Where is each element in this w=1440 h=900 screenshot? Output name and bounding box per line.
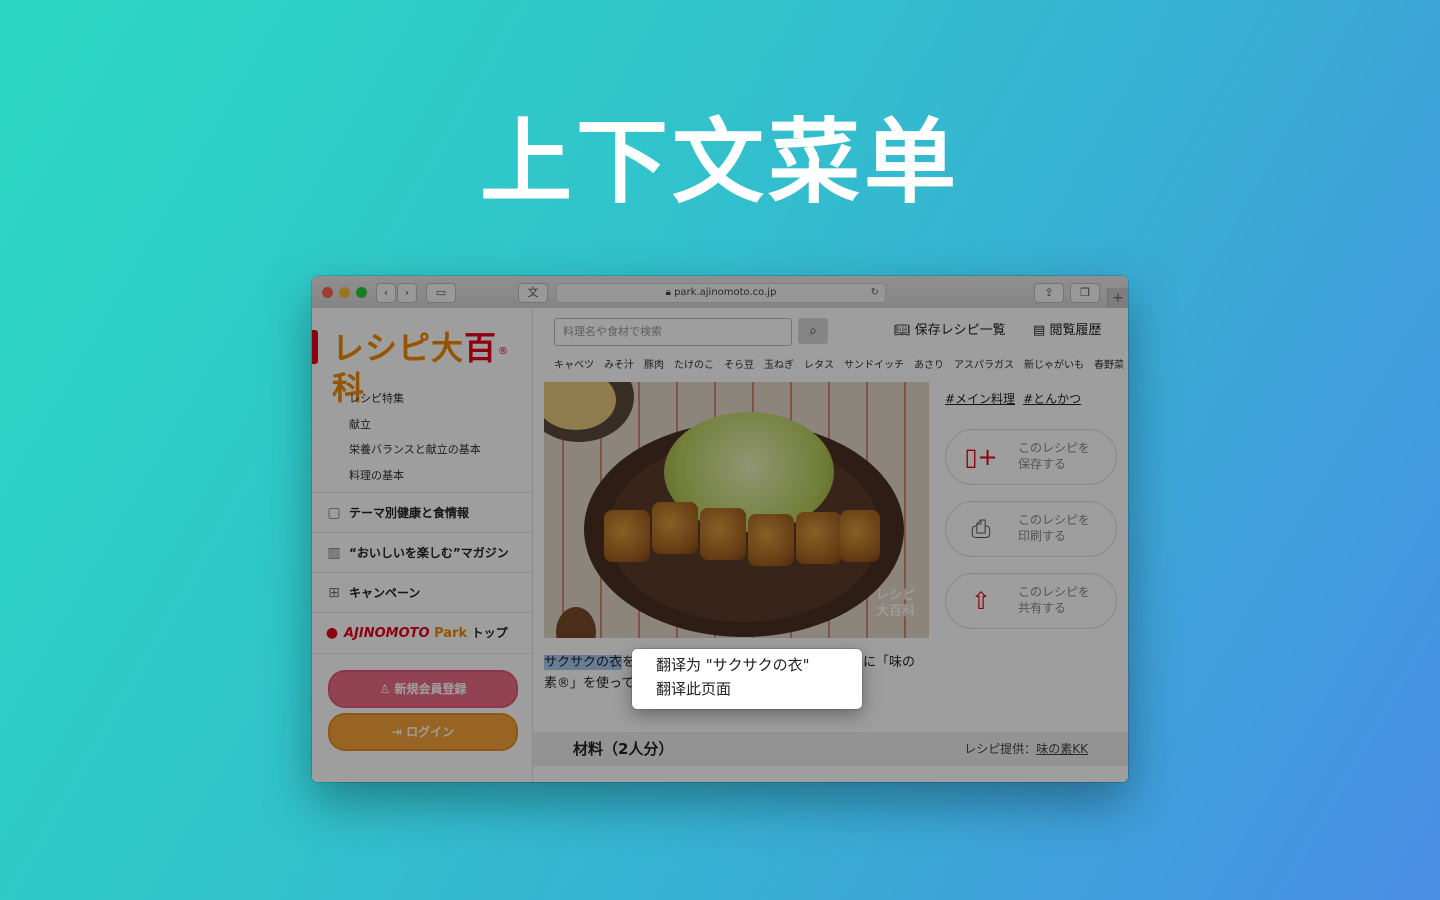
context-menu: 翻译为 "サクサクの衣" 翻译此页面: [632, 649, 862, 709]
translate-page-menu-item[interactable]: 翻译此页面: [656, 677, 731, 701]
translate-selection-menu-item[interactable]: 翻译为 "サクサクの衣": [656, 653, 810, 677]
headline: 上下文菜单: [479, 109, 960, 216]
